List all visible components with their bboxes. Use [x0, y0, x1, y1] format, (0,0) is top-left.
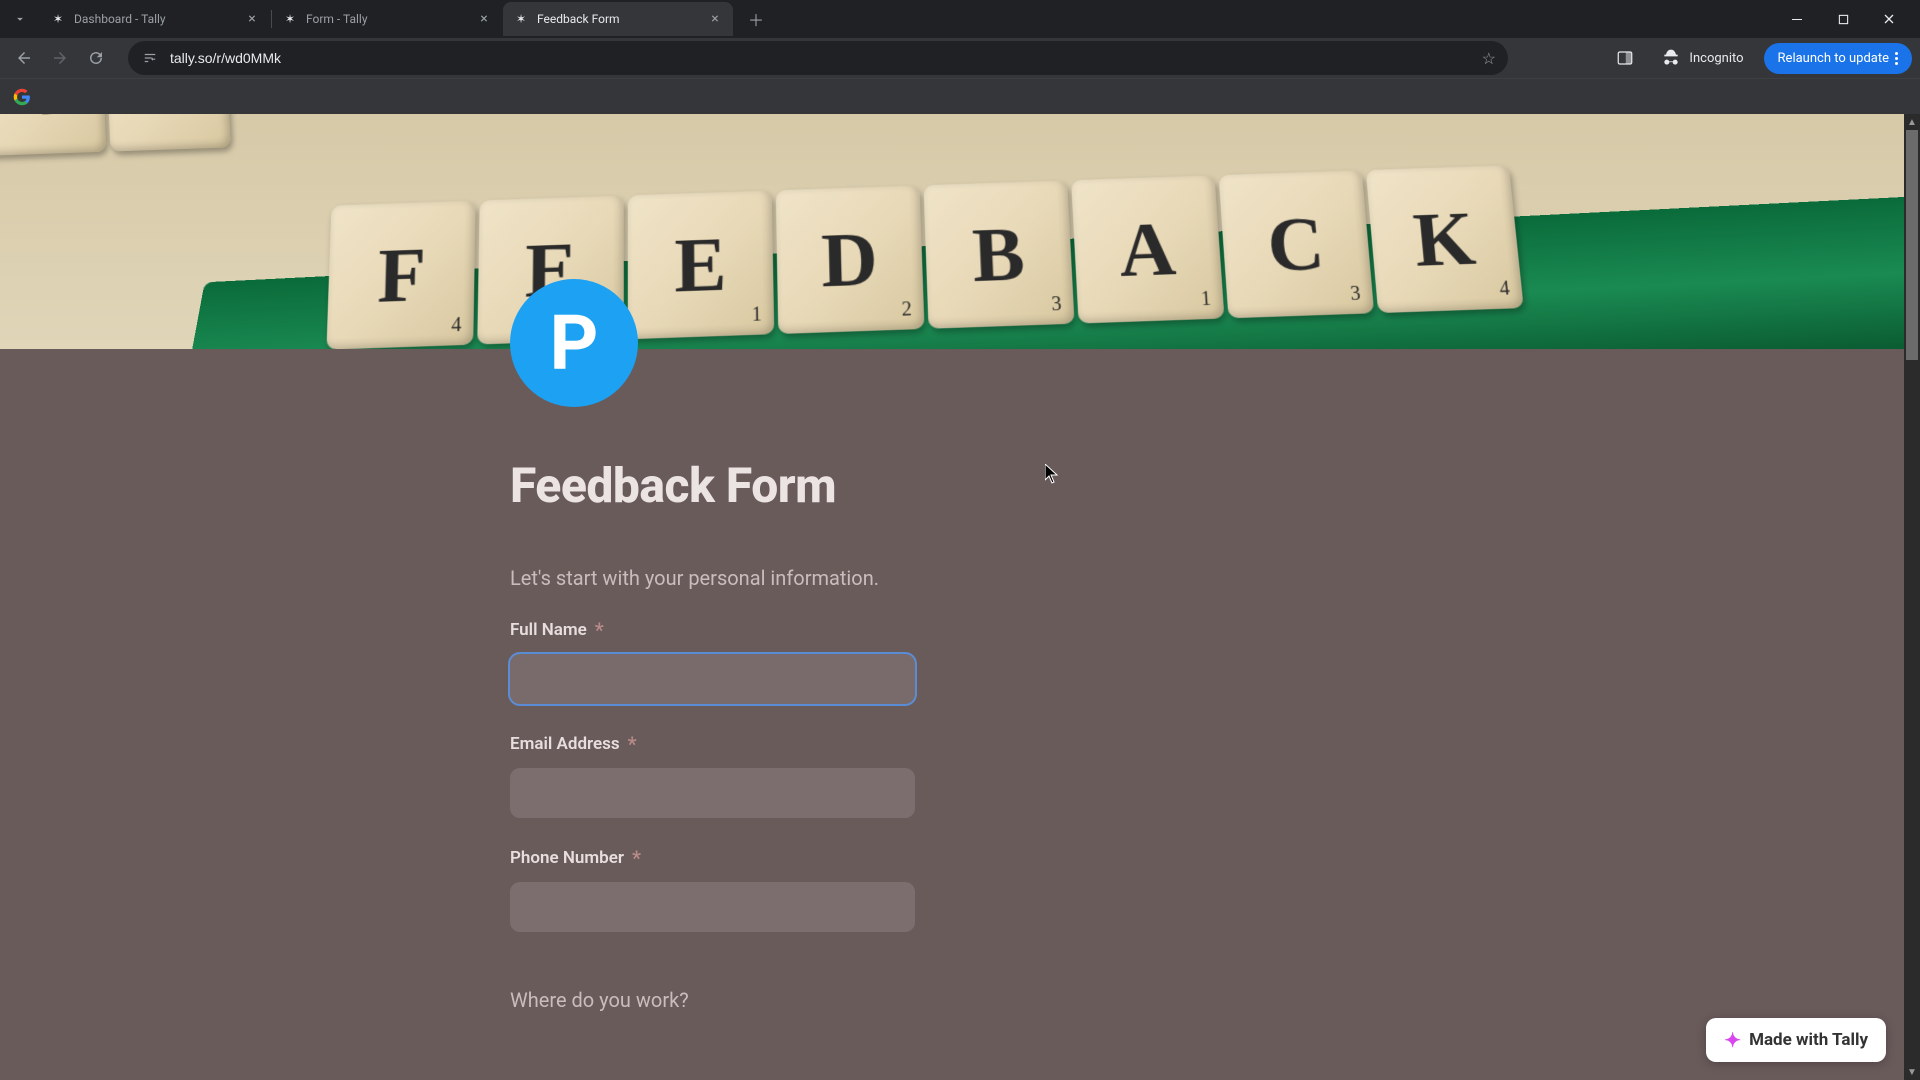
bookmark-google[interactable]: [10, 85, 34, 109]
form-subtitle: Let's start with your personal informati…: [510, 566, 1210, 590]
tally-favicon-icon: ✶: [50, 11, 66, 27]
scrabble-tile: F4: [326, 201, 475, 349]
required-icon: *: [595, 620, 604, 640]
tab-strip: ✶ Dashboard - Tally × ✶ Form - Tally × ✶…: [0, 0, 770, 38]
tab-title: Feedback Form: [537, 12, 707, 26]
browser-toolbar: ☆ Incognito Relaunch to update: [0, 38, 1920, 78]
back-button[interactable]: [8, 42, 40, 74]
scrabble-tile: K4: [1366, 165, 1524, 313]
address-bar[interactable]: ☆: [128, 41, 1508, 75]
sparkle-icon: ✦: [1724, 1028, 1741, 1052]
tab-close-button[interactable]: ×: [476, 11, 492, 27]
label-text: Full Name: [510, 620, 587, 640]
field-label: Email Address *: [510, 734, 1210, 754]
reload-button[interactable]: [80, 42, 112, 74]
maximize-icon: [1838, 14, 1849, 25]
form-container: Feedback Form Let's start with your pers…: [510, 457, 1210, 1012]
forward-button[interactable]: [44, 42, 76, 74]
minimize-button[interactable]: [1774, 4, 1820, 34]
tally-favicon-icon: ✶: [282, 11, 298, 27]
required-icon: *: [628, 734, 637, 754]
chevron-down-icon: [13, 12, 27, 26]
label-text: Phone Number: [510, 848, 624, 868]
tab-form[interactable]: ✶ Form - Tally ×: [272, 2, 502, 36]
scrabble-tile: E1: [628, 190, 774, 339]
close-icon: [1883, 13, 1895, 25]
scrabble-tile: B3: [923, 180, 1074, 328]
tab-dashboard[interactable]: ✶ Dashboard - Tally ×: [40, 2, 270, 36]
tab-close-button[interactable]: ×: [707, 11, 723, 27]
side-panel-icon: [1616, 49, 1634, 67]
field-email: Email Address *: [510, 734, 1210, 818]
phone-input[interactable]: [510, 882, 915, 932]
scrabble-tile: A1: [1071, 175, 1224, 323]
field-label: Phone Number *: [510, 848, 1210, 868]
maximize-button[interactable]: [1820, 4, 1866, 34]
tab-title: Dashboard - Tally: [74, 12, 244, 26]
relaunch-label: Relaunch to update: [1778, 51, 1889, 66]
menu-dots-icon: [1895, 52, 1898, 65]
url-input[interactable]: [170, 50, 1482, 66]
browser-titlebar: ✶ Dashboard - Tally × ✶ Form - Tally × ✶…: [0, 0, 1920, 38]
avatar-letter: P: [550, 298, 599, 388]
toolbar-right: Incognito Relaunch to update: [1609, 42, 1912, 74]
arrow-left-icon: [15, 49, 33, 67]
scrabble-tile: C3: [1218, 170, 1374, 318]
relaunch-button[interactable]: Relaunch to update: [1764, 43, 1912, 74]
next-question-text: Where do you work?: [510, 988, 1210, 1012]
page-viewport: BCS F4E1E1D2B3A1C3K4 P Feedback Form Let…: [0, 114, 1920, 1080]
cover-image: BCS F4E1E1D2B3A1C3K4: [0, 114, 1904, 349]
bookmarks-bar: [0, 78, 1920, 114]
email-input[interactable]: [510, 768, 915, 818]
search-tabs-button[interactable]: [4, 3, 36, 35]
tab-feedback-form[interactable]: ✶ Feedback Form ×: [503, 2, 733, 36]
tab-close-button[interactable]: ×: [244, 11, 260, 27]
full-name-input[interactable]: [510, 654, 915, 704]
side-panel-button[interactable]: [1609, 42, 1641, 74]
new-tab-button[interactable]: ＋: [742, 5, 770, 33]
scrollbar-thumb[interactable]: [1906, 130, 1918, 360]
form-avatar: P: [510, 279, 638, 407]
field-full-name: Full Name *: [510, 620, 1210, 704]
tally-favicon-icon: ✶: [513, 11, 529, 27]
window-controls: [1774, 4, 1920, 34]
form-area: P Feedback Form Let's start with your pe…: [0, 349, 1904, 1080]
incognito-label: Incognito: [1689, 51, 1743, 66]
bookmark-star-button[interactable]: ☆: [1482, 49, 1496, 68]
minimize-icon: [1791, 13, 1803, 25]
required-icon: *: [632, 848, 641, 868]
close-window-button[interactable]: [1866, 4, 1912, 34]
label-text: Email Address: [510, 734, 620, 754]
scroll-up-button[interactable]: ▲: [1904, 114, 1920, 130]
arrow-right-icon: [51, 49, 69, 67]
reload-icon: [87, 49, 105, 67]
tune-icon: [143, 51, 157, 65]
incognito-indicator[interactable]: Incognito: [1649, 48, 1755, 68]
google-icon: [13, 88, 31, 106]
incognito-icon: [1661, 48, 1681, 68]
cover-bg-tiles: BCS: [0, 114, 231, 160]
site-info-button[interactable]: [140, 48, 160, 68]
field-phone: Phone Number *: [510, 848, 1210, 932]
tab-title: Form - Tally: [306, 12, 476, 26]
field-label: Full Name *: [510, 620, 1210, 640]
badge-text: Made with Tally: [1749, 1030, 1868, 1050]
scroll-down-button[interactable]: ▼: [1904, 1064, 1920, 1080]
scrabble-tile: D2: [776, 185, 925, 334]
made-with-tally-badge[interactable]: ✦ Made with Tally: [1706, 1018, 1886, 1062]
scrollbar[interactable]: ▲ ▼: [1904, 114, 1920, 1080]
form-title: Feedback Form: [510, 457, 1210, 514]
